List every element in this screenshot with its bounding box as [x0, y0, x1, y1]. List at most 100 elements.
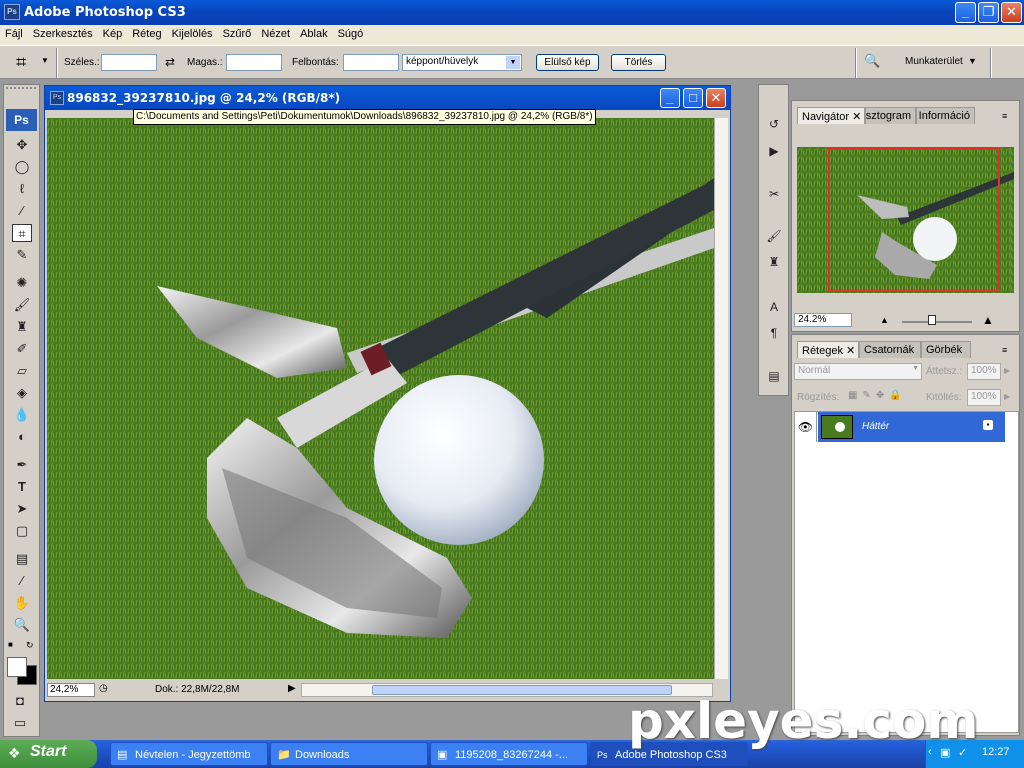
navigator-thumbnail[interactable] [797, 147, 1014, 293]
zoom-in-icon[interactable]: ▲ [982, 313, 994, 327]
healing-brush-tool-icon[interactable]: ✺ [12, 274, 32, 292]
photoshop-logo[interactable]: Ps [6, 109, 37, 131]
clock[interactable]: 12:27 [982, 746, 1010, 758]
task-notepad[interactable]: ▤ Névtelen - Jegyzettömb [110, 742, 268, 766]
minimize-button[interactable]: _ [955, 2, 976, 23]
menu-image[interactable]: Kép [98, 25, 128, 40]
opacity-field[interactable]: 100% [967, 363, 1001, 380]
zoom-field[interactable]: 24,2% [47, 683, 95, 697]
tab-curves[interactable]: Görbék [921, 341, 971, 358]
brushes-panel-icon[interactable]: 🖌 [764, 226, 784, 246]
opacity-arrow-icon[interactable]: ▶ [1004, 366, 1010, 375]
paint-bucket-tool-icon[interactable]: ◈ [12, 384, 32, 402]
zoom-out-icon[interactable]: ▲ [880, 315, 889, 325]
fill-field[interactable]: 100% [967, 389, 1001, 406]
task-downloads[interactable]: 📁 Downloads [270, 742, 428, 766]
bridge-icon[interactable]: 🔍 [864, 53, 886, 71]
quick-mask-icon[interactable]: ◘ [10, 692, 30, 710]
menu-select[interactable]: Kijelölés [167, 25, 218, 40]
workspace-chevron-icon[interactable]: ▼ [968, 56, 977, 66]
layer-comps-icon[interactable]: ▤ [764, 366, 784, 386]
doc-maximize-button[interactable]: □ [683, 88, 703, 108]
width-input[interactable] [101, 54, 157, 71]
zoom-tool-icon[interactable]: 🔍 [12, 616, 32, 634]
navigator-zoom-field[interactable]: 24.2% [794, 313, 852, 327]
zoom-slider-handle[interactable] [928, 315, 936, 325]
layer-name[interactable]: Háttér [862, 421, 889, 432]
history-brush-tool-icon[interactable]: ✐ [12, 340, 32, 358]
resolution-unit-select[interactable]: képpont/hüvelyk ▼ [402, 54, 522, 71]
menu-edit[interactable]: Szerkesztés [28, 25, 98, 40]
zoom-slider-track[interactable] [902, 321, 972, 323]
menu-help[interactable]: Súgó [333, 25, 369, 40]
status-info-icon[interactable]: ◷ [99, 683, 108, 694]
height-input[interactable] [226, 54, 282, 71]
chevron-down-icon[interactable]: ▼ [912, 365, 919, 372]
swap-dimensions-icon[interactable]: ⇄ [165, 55, 175, 69]
crop-tool-icon[interactable]: ⌗ [12, 224, 32, 242]
visibility-eye-icon[interactable]: 👁 [795, 412, 817, 442]
tab-histogram[interactable]: Hisztogram [865, 107, 916, 124]
scrollbar-thumb[interactable] [372, 685, 672, 695]
foreground-color-swatch[interactable] [7, 657, 27, 677]
tool-presets-icon[interactable]: ✂ [764, 184, 784, 204]
actions-panel-icon[interactable]: ▶ [764, 141, 784, 161]
clone-stamp-tool-icon[interactable]: ♜ [12, 318, 32, 336]
tab-info[interactable]: Információ [916, 107, 975, 124]
tool-preset-dropdown-icon[interactable]: ▼ [41, 56, 49, 65]
hand-tool-icon[interactable]: ✋ [12, 594, 32, 612]
status-menu-arrow-icon[interactable]: ▶ [288, 683, 296, 694]
restore-button[interactable]: ❐ [978, 2, 999, 23]
paragraph-panel-icon[interactable]: ¶ [764, 323, 784, 343]
tab-layers[interactable]: Rétegek ✕ [797, 341, 859, 358]
vertical-scrollbar[interactable] [714, 118, 728, 679]
swap-colors-icon[interactable]: ↻ [26, 640, 34, 651]
front-image-button[interactable]: Elülső kép [536, 54, 599, 71]
eraser-tool-icon[interactable]: ▱ [12, 362, 32, 380]
chevron-down-icon[interactable]: ▼ [506, 56, 520, 69]
blur-tool-icon[interactable]: 💧 [12, 406, 32, 424]
menu-window[interactable]: Ablak [295, 25, 333, 40]
menu-filter[interactable]: Szűrő [218, 25, 257, 40]
resolution-input[interactable] [343, 54, 399, 71]
blend-mode-select[interactable]: Normál ▼ [794, 363, 922, 380]
history-panel-icon[interactable]: ↺ [764, 114, 784, 134]
notes-tool-icon[interactable]: ▤ [12, 550, 32, 568]
task-image-viewer[interactable]: ▣ 1195208_83267244 -... [430, 742, 588, 766]
type-tool-icon[interactable]: T [12, 478, 32, 496]
layer-row-background[interactable]: Háttér ▪ [818, 412, 1005, 442]
eyedropper-tool-icon[interactable]: ⁄ [12, 572, 32, 590]
close-button[interactable]: ✕ [1001, 2, 1022, 23]
menu-view[interactable]: Nézet [256, 25, 295, 40]
slice-tool-icon[interactable]: ✎ [12, 246, 32, 264]
path-selection-tool-icon[interactable]: ➤ [12, 500, 32, 518]
document-title-bar[interactable]: Ps 896832_39237810.jpg @ 24,2% (RGB/8*) … [45, 86, 730, 110]
tab-channels[interactable]: Csatornák [859, 341, 921, 358]
panel-menu-icon[interactable]: ≡ [1002, 111, 1007, 121]
clear-button[interactable]: Törlés [611, 54, 666, 71]
marquee-tool-icon[interactable]: ◯ [12, 158, 32, 176]
panel-menu-icon[interactable]: ≡ [1002, 345, 1007, 355]
start-button[interactable]: ❖ Start [0, 740, 97, 768]
document-canvas[interactable] [47, 118, 714, 679]
character-panel-icon[interactable]: A [764, 297, 784, 317]
brush-tool-icon[interactable]: 🖌 [12, 296, 32, 314]
lasso-tool-icon[interactable]: ℓ [12, 180, 32, 198]
doc-close-button[interactable]: ✕ [706, 88, 726, 108]
fill-arrow-icon[interactable]: ▶ [1004, 392, 1010, 401]
rectangle-shape-tool-icon[interactable]: ▢ [12, 522, 32, 540]
pen-tool-icon[interactable]: ✒ [12, 456, 32, 474]
workspace-menu-label[interactable]: Munkaterület [905, 56, 963, 67]
magic-wand-tool-icon[interactable]: ⁄ [12, 202, 32, 220]
tab-navigator[interactable]: Navigátor ✕ [797, 107, 865, 124]
menu-layer[interactable]: Réteg [127, 25, 166, 40]
dodge-tool-icon[interactable]: ◐ [12, 428, 32, 446]
crop-tool-icon[interactable]: ⌗ [16, 52, 26, 73]
default-colors-icon[interactable]: ■ [8, 640, 13, 649]
clone-source-icon[interactable]: ♜ [764, 252, 784, 272]
menu-file[interactable]: Fájl [0, 25, 28, 40]
lock-icons[interactable]: ▦✎✥🔒 [848, 390, 907, 401]
move-tool-icon[interactable]: ✥ [12, 136, 32, 154]
doc-minimize-button[interactable]: _ [660, 88, 680, 108]
toolbox-grip[interactable] [6, 87, 36, 93]
